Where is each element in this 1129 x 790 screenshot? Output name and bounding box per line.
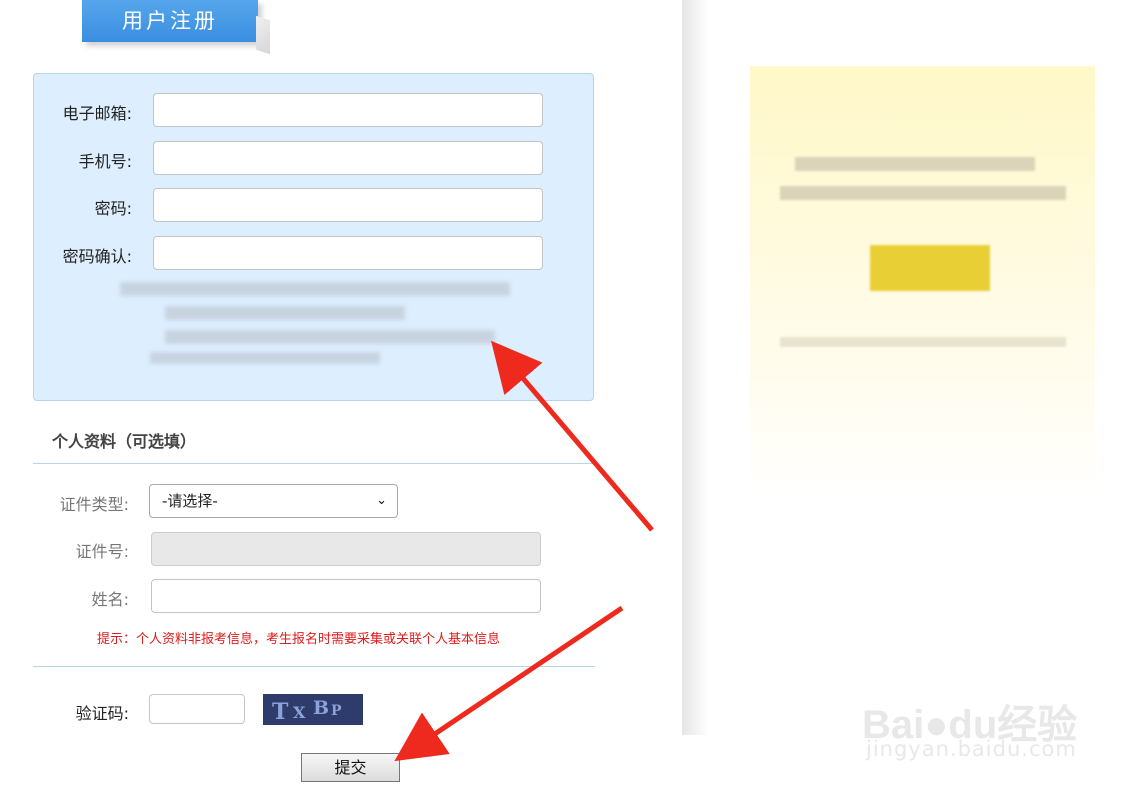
annotation-arrow	[394, 605, 624, 762]
annotation-arrow	[491, 340, 654, 532]
watermark-url: jingyan.baidu.com	[866, 737, 1077, 761]
annotation-arrows	[394, 340, 654, 762]
